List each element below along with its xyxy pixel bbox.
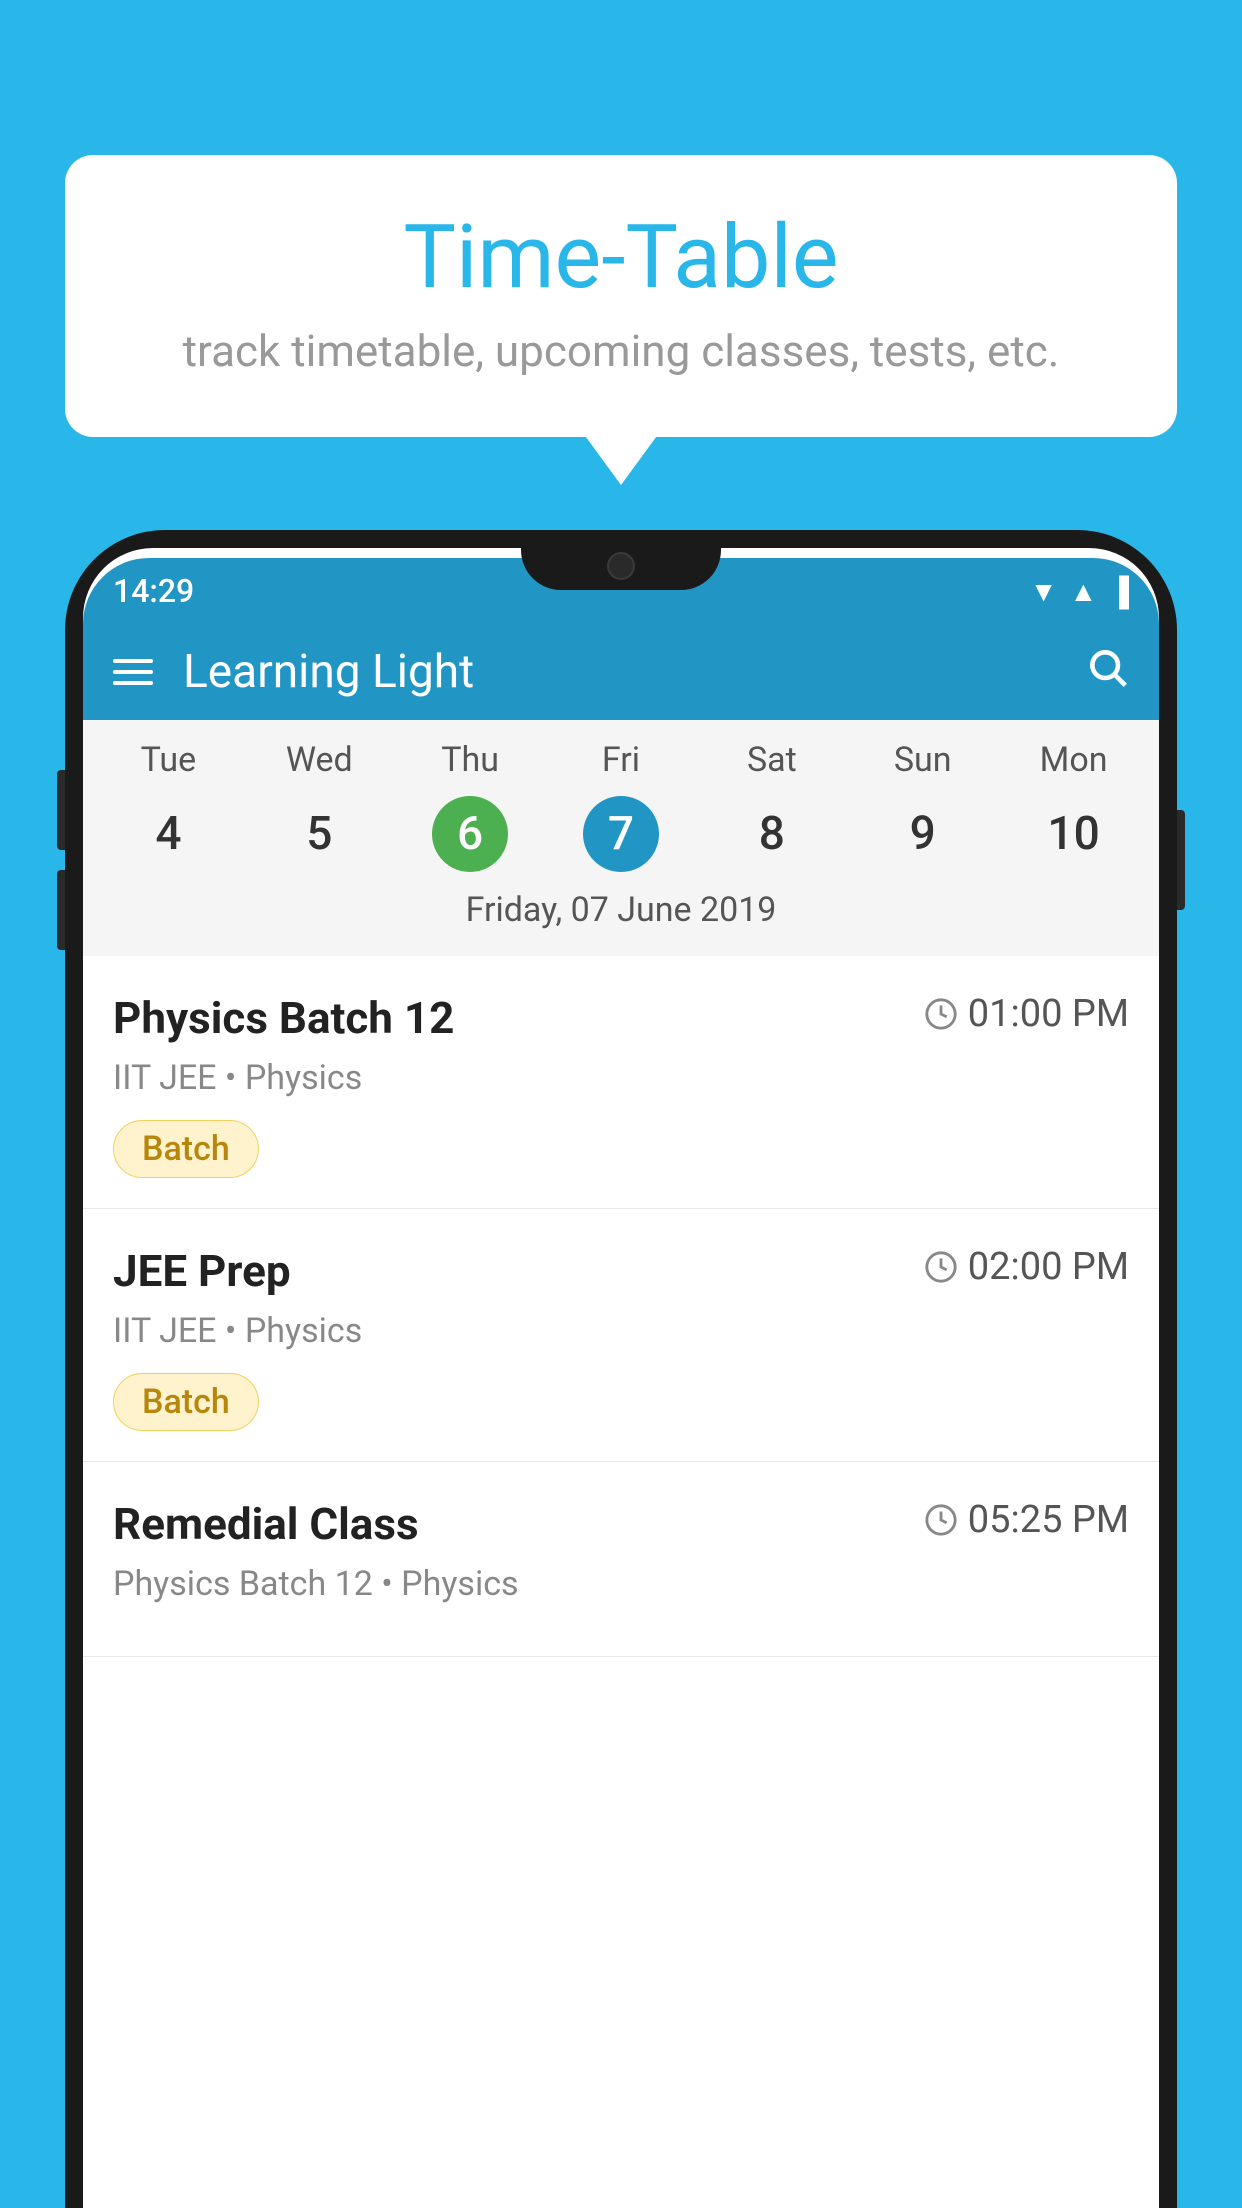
- calendar-day-sun: Sun: [847, 740, 998, 780]
- power-button: [1177, 810, 1185, 910]
- hamburger-menu-button[interactable]: [113, 659, 153, 685]
- calendar-day-tue: Tue: [93, 740, 244, 780]
- phone-frame: 14:29 ▼ ▲ ▐ Learning Light: [65, 530, 1177, 2208]
- schedule-item-header-3: Remedial Class 05:25 PM: [113, 1498, 1129, 1550]
- schedule-item-time-1: 01:00 PM: [924, 992, 1129, 1036]
- calendar-days-header: Tue Wed Thu Fri Sat Sun Mon: [83, 720, 1159, 790]
- status-time: 14:29: [113, 572, 194, 610]
- calendar-date-9[interactable]: 9: [847, 796, 998, 872]
- schedule-item-title-3: Remedial Class: [113, 1498, 419, 1550]
- schedule-item-jee-prep[interactable]: JEE Prep 02:00 PM IIT JEE • Physics Batc…: [83, 1209, 1159, 1462]
- calendar-selected-date-label: Friday, 07 June 2019: [83, 878, 1159, 948]
- schedule-item-time-2: 02:00 PM: [924, 1245, 1129, 1289]
- schedule-list: Physics Batch 12 01:00 PM IIT JEE • Phys…: [83, 956, 1159, 1657]
- volume-up-button: [57, 770, 65, 850]
- status-icons: ▼ ▲ ▐: [1030, 575, 1129, 608]
- wifi-icon: ▼: [1030, 575, 1058, 608]
- tooltip-card: Time-Table track timetable, upcoming cla…: [65, 155, 1177, 437]
- calendar-date-4[interactable]: 4: [93, 796, 244, 872]
- schedule-item-header-1: Physics Batch 12 01:00 PM: [113, 992, 1129, 1044]
- phone-mockup: 14:29 ▼ ▲ ▐ Learning Light: [65, 530, 1177, 2208]
- clock-icon-3: [924, 1503, 958, 1537]
- camera: [607, 552, 635, 580]
- schedule-item-subtitle-3: Physics Batch 12 • Physics: [113, 1564, 1129, 1604]
- volume-down-button: [57, 870, 65, 950]
- tooltip-title: Time-Table: [125, 210, 1117, 307]
- schedule-item-title-2: JEE Prep: [113, 1245, 291, 1297]
- app-header: Learning Light: [83, 624, 1159, 720]
- signal-icon: ▲: [1069, 575, 1097, 608]
- calendar-section: Tue Wed Thu Fri Sat Sun Mon 4 5 6 7 8 9 …: [83, 720, 1159, 956]
- batch-badge-2: Batch: [113, 1373, 259, 1431]
- schedule-item-physics-batch[interactable]: Physics Batch 12 01:00 PM IIT JEE • Phys…: [83, 956, 1159, 1209]
- calendar-date-10[interactable]: 10: [998, 796, 1149, 872]
- calendar-date-5[interactable]: 5: [244, 796, 395, 872]
- schedule-item-remedial[interactable]: Remedial Class 05:25 PM Physics Batch 12…: [83, 1462, 1159, 1657]
- calendar-date-8[interactable]: 8: [696, 796, 847, 872]
- phone-notch: [521, 530, 721, 590]
- app-title: Learning Light: [183, 645, 1055, 699]
- calendar-day-sat: Sat: [696, 740, 847, 780]
- search-button[interactable]: [1085, 645, 1129, 700]
- schedule-item-title-1: Physics Batch 12: [113, 992, 454, 1044]
- calendar-date-6-today[interactable]: 6: [432, 796, 508, 872]
- calendar-day-fri: Fri: [546, 740, 697, 780]
- calendar-date-7-selected[interactable]: 7: [583, 796, 659, 872]
- calendar-dates: 4 5 6 7 8 9 10: [83, 790, 1159, 878]
- schedule-item-subtitle-2: IIT JEE • Physics: [113, 1311, 1129, 1351]
- schedule-item-subtitle-1: IIT JEE • Physics: [113, 1058, 1129, 1098]
- clock-icon-2: [924, 1250, 958, 1284]
- calendar-day-wed: Wed: [244, 740, 395, 780]
- tooltip-subtitle: track timetable, upcoming classes, tests…: [125, 325, 1117, 377]
- schedule-item-header-2: JEE Prep 02:00 PM: [113, 1245, 1129, 1297]
- calendar-day-thu: Thu: [395, 740, 546, 780]
- calendar-day-mon: Mon: [998, 740, 1149, 780]
- battery-icon: ▐: [1109, 575, 1129, 608]
- phone-screen: 14:29 ▼ ▲ ▐ Learning Light: [83, 548, 1159, 2208]
- batch-badge-1: Batch: [113, 1120, 259, 1178]
- clock-icon-1: [924, 997, 958, 1031]
- schedule-item-time-3: 05:25 PM: [924, 1498, 1129, 1542]
